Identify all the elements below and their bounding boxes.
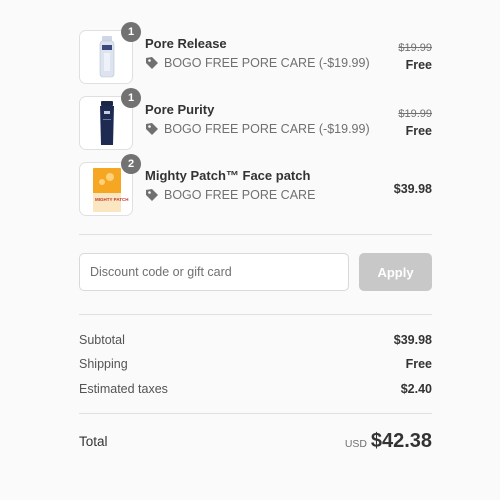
line-item: 1 Pore Release BOGO FREE PORE CARE (-$19… bbox=[79, 22, 432, 84]
quantity-badge: 2 bbox=[121, 154, 141, 174]
order-summary: 1 Pore Release BOGO FREE PORE CARE (-$19… bbox=[79, 0, 432, 500]
discount-line: BOGO FREE PORE CARE bbox=[145, 188, 315, 202]
apply-button[interactable]: Apply bbox=[359, 253, 432, 291]
discount-code-input[interactable] bbox=[79, 253, 349, 291]
shipping-row: Shipping Free bbox=[79, 357, 432, 375]
discount-line: BOGO FREE PORE CARE (-$19.99) bbox=[145, 56, 370, 70]
divider bbox=[79, 413, 432, 414]
subtotal-label: Subtotal bbox=[79, 333, 125, 347]
final-price: Free bbox=[405, 58, 432, 72]
tag-icon bbox=[146, 57, 158, 69]
taxes-row: Estimated taxes $2.40 bbox=[79, 382, 432, 400]
divider bbox=[79, 234, 432, 235]
discount-line: BOGO FREE PORE CARE (-$19.99) bbox=[145, 122, 370, 136]
discount-label: BOGO FREE PORE CARE (-$19.99) bbox=[164, 56, 370, 70]
product-thumbnail: MIGHTY PATCH 2 bbox=[79, 154, 141, 216]
discount-label: BOGO FREE PORE CARE (-$19.99) bbox=[164, 122, 370, 136]
tag-icon bbox=[146, 123, 158, 135]
divider bbox=[79, 314, 432, 315]
line-item: 1 Pore Purity BOGO FREE PORE CARE (-$19.… bbox=[79, 88, 432, 150]
line-item: MIGHTY PATCH 2 Mighty Patch™ Face patch … bbox=[79, 154, 432, 216]
discount-label: BOGO FREE PORE CARE bbox=[164, 188, 316, 202]
taxes-label: Estimated taxes bbox=[79, 382, 168, 396]
final-price: Free bbox=[405, 124, 432, 138]
product-name: Pore Release bbox=[145, 36, 227, 51]
quantity-badge: 1 bbox=[121, 88, 141, 108]
subtotal-value: $39.98 bbox=[393, 333, 432, 347]
currency-code: USD bbox=[344, 438, 367, 450]
subtotal-row: Subtotal $39.98 bbox=[79, 333, 432, 351]
patch-box-text: MIGHTY PATCH bbox=[95, 197, 129, 202]
product-name: Mighty Patch™ Face patch bbox=[145, 168, 311, 183]
shipping-label: Shipping bbox=[79, 357, 128, 371]
original-price: $19.99 bbox=[398, 42, 432, 54]
tag-icon bbox=[146, 189, 158, 201]
quantity-badge: 1 bbox=[121, 22, 141, 42]
product-thumbnail: 1 bbox=[79, 88, 141, 150]
shipping-value: Free bbox=[405, 357, 432, 371]
original-price: $19.99 bbox=[398, 108, 432, 120]
product-thumbnail: 1 bbox=[79, 22, 141, 84]
product-name: Pore Purity bbox=[145, 102, 215, 117]
final-price: $39.98 bbox=[393, 182, 432, 196]
total-label: Total bbox=[79, 434, 108, 449]
taxes-value: $2.40 bbox=[400, 382, 432, 396]
total-value: $42.38 bbox=[370, 430, 432, 452]
